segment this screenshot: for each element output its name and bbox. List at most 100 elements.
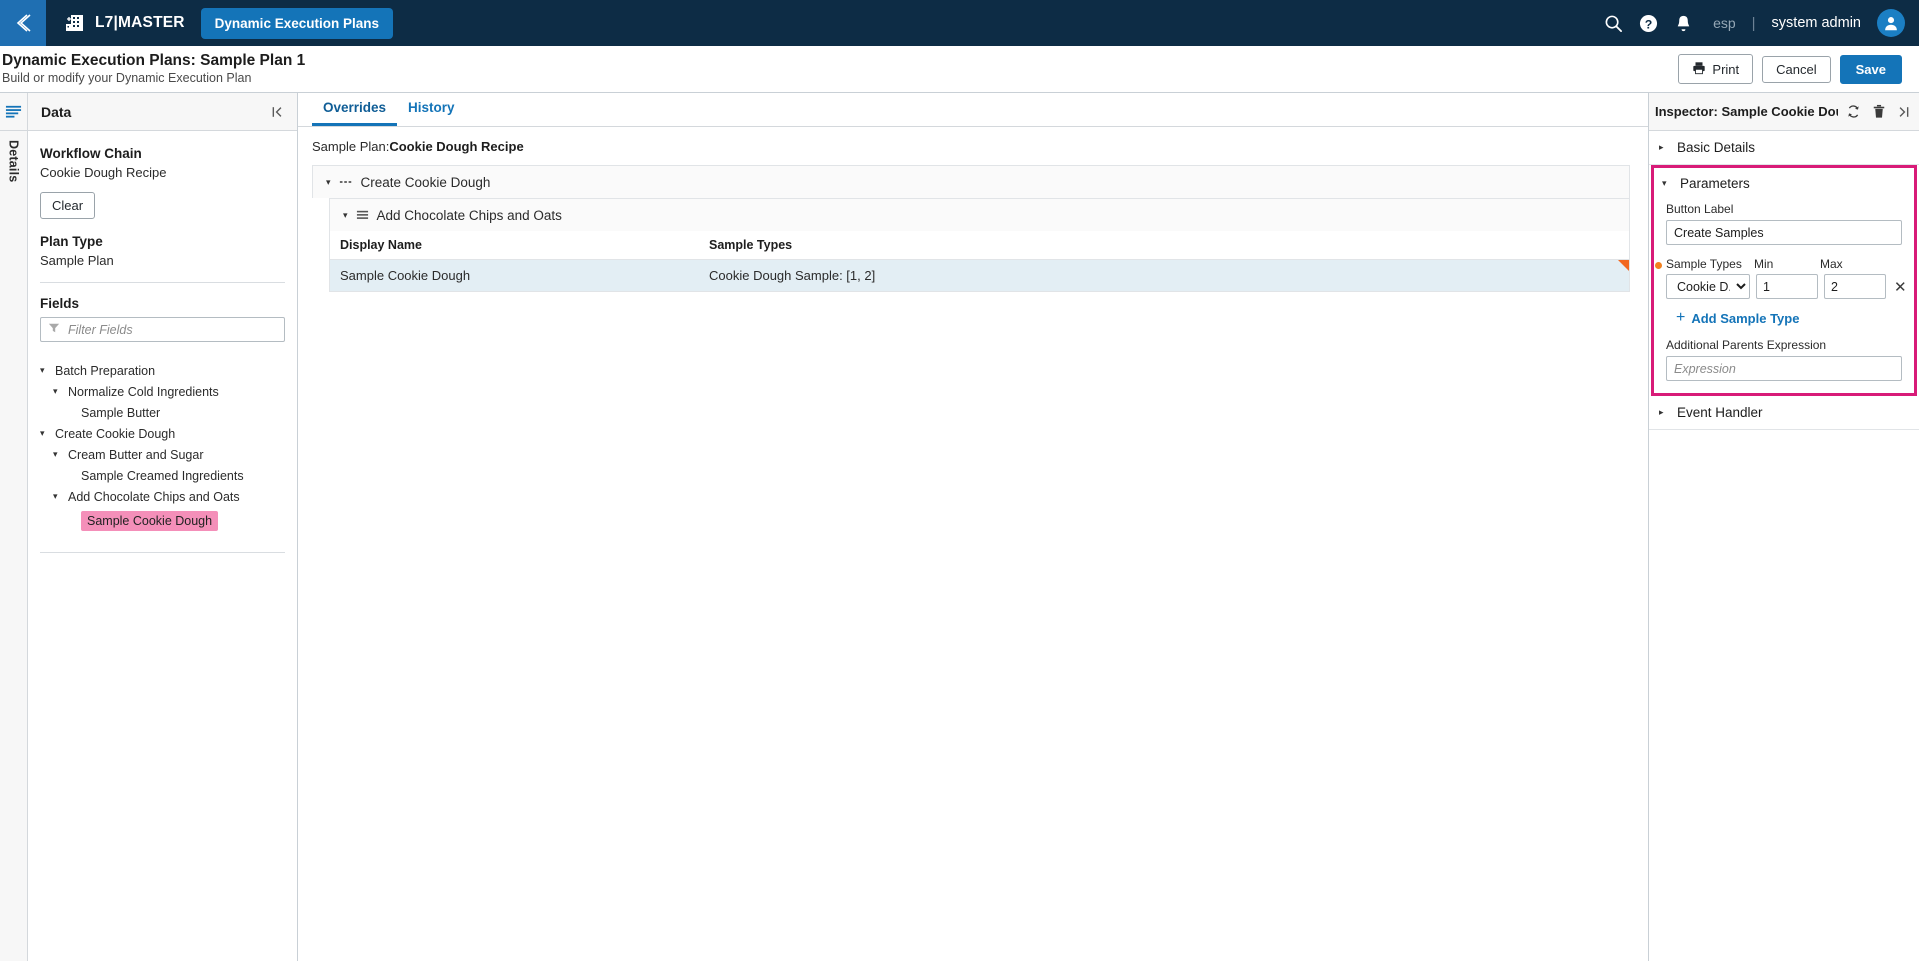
top-navigation-bar: L7|MASTER Dynamic Execution Plans ? esp …	[0, 0, 1919, 46]
required-indicator-dot	[1655, 262, 1662, 269]
plan-type-label: Plan Type	[40, 234, 103, 249]
help-circle-icon[interactable]: ?	[1639, 14, 1658, 33]
fields-tree-item[interactable]: Sample Butter	[40, 402, 285, 423]
sync-refresh-icon[interactable]	[1846, 104, 1861, 119]
chevron-right-icon[interactable]: ▸	[1659, 407, 1668, 418]
page-title: Dynamic Execution Plans: Sample Plan 1	[2, 51, 306, 69]
fields-tree-item-label: Sample Cookie Dough	[81, 510, 219, 531]
left-rail: Details	[0, 93, 28, 961]
fields-tree: ▾ Batch Preparation ▾ Normalize Cold Ingred…	[40, 360, 285, 534]
search-icon[interactable]	[1604, 14, 1623, 33]
additional-parents-expression-label: Additional Parents Expression	[1666, 338, 1827, 352]
button-label-label: Button Label	[1666, 202, 1734, 216]
overrides-grid: Display Name Sample Types Sample Cookie …	[329, 231, 1630, 292]
data-panel-body: Workflow Chain Cookie Dough Recipe Clear…	[28, 131, 297, 553]
chevron-left-icon	[13, 12, 33, 34]
chevron-down-icon[interactable]: ▾	[53, 449, 63, 460]
clear-button[interactable]: Clear	[40, 192, 96, 219]
dots-horizontal-icon	[339, 176, 353, 188]
additional-parents-expression-input[interactable]	[1666, 356, 1902, 381]
plan-node-add-chocolate-chips-and-oats[interactable]: ▾ Add Chocolate Chips and Oats	[329, 198, 1630, 231]
inspector-section-basic-details[interactable]: ▸ Basic Details	[1649, 131, 1919, 165]
inspector-panel: Inspector: Sample Cookie Dough ▸ Basic D…	[1649, 93, 1919, 961]
inspector-title: Inspector: Sample Cookie Dough	[1655, 104, 1838, 119]
page-header-actions: Print Cancel Save	[1678, 54, 1902, 84]
user-avatar-icon[interactable]	[1877, 9, 1905, 37]
sidebar-tab-details[interactable]: Details	[7, 131, 21, 191]
tab-history[interactable]: History	[397, 100, 466, 126]
back-button[interactable]	[0, 0, 46, 46]
page-header: Dynamic Execution Plans: Sample Plan 1 B…	[0, 46, 1919, 93]
fields-tree-item[interactable]: ▾ Batch Preparation	[40, 360, 285, 381]
grid-column-header-sample-types: Sample Types	[709, 238, 793, 252]
plan-node-label: Create Cookie Dough	[360, 174, 491, 190]
chevron-down-icon[interactable]: ▾	[53, 491, 63, 502]
parameters-section-header[interactable]: ▾ Parameters	[1654, 168, 1914, 199]
inspector-section-parameters: ▾ Parameters Button Label Sample Types M…	[1651, 165, 1917, 396]
fields-tree-item[interactable]: ▾ Cream Butter and Sugar	[40, 444, 285, 465]
chevron-down-icon[interactable]: ▾	[1662, 178, 1671, 189]
chevron-right-icon[interactable]: ▸	[1659, 142, 1668, 153]
save-button[interactable]: Save	[1839, 54, 1902, 84]
table-row[interactable]: Sample Cookie Dough Cookie Dough Sample:…	[330, 260, 1629, 291]
brand-name: L7|MASTER	[95, 14, 185, 31]
button-label-input[interactable]	[1666, 220, 1902, 245]
data-panel: Data Workflow Chain Cookie Dough Recipe …	[28, 93, 298, 961]
fields-tree-item[interactable]: Sample Cookie Dough	[40, 507, 285, 534]
filter-fields-input[interactable]	[40, 317, 285, 342]
print-button-label: Print	[1712, 61, 1740, 77]
min-label: Min	[1754, 257, 1774, 271]
fields-tree-item[interactable]: ▾ Create Cookie Dough	[40, 423, 285, 444]
workflow-chain-value: Cookie Dough Recipe	[40, 165, 167, 180]
trash-icon[interactable]	[1872, 104, 1886, 119]
collapse-left-icon[interactable]	[270, 105, 284, 119]
language-selector[interactable]: esp	[1713, 15, 1736, 31]
list-lines-icon	[356, 209, 369, 221]
plus-icon: +	[1676, 309, 1686, 326]
sample-type-row: Cookie D... ✕	[1666, 274, 1907, 299]
add-sample-type-button[interactable]: + Add Sample Type	[1676, 310, 1902, 326]
workflow-chain-label: Workflow Chain	[40, 146, 142, 161]
chevron-down-icon[interactable]: ▾	[326, 177, 331, 188]
close-x-icon[interactable]: ✕	[1892, 278, 1909, 296]
cancel-button[interactable]: Cancel	[1762, 55, 1831, 83]
breadcrumb-prefix: Sample Plan:	[312, 139, 390, 154]
collapse-right-icon[interactable]	[1897, 105, 1911, 119]
inspector-section-event-handler[interactable]: ▸ Event Handler	[1649, 396, 1919, 430]
svg-text:?: ?	[1645, 17, 1653, 31]
brand: L7|MASTER	[64, 12, 185, 34]
printer-icon	[1692, 61, 1706, 77]
max-input[interactable]	[1824, 274, 1886, 299]
chevron-down-icon[interactable]: ▾	[53, 386, 63, 397]
chevron-down-icon[interactable]: ▾	[40, 365, 50, 376]
bell-icon[interactable]	[1674, 14, 1693, 33]
nav-separator: |	[1751, 14, 1756, 32]
cell-sample-types: Cookie Dough Sample: [1, 2]	[709, 268, 876, 283]
fields-tree-item-label: Normalize Cold Ingredients	[68, 384, 219, 399]
tab-overrides[interactable]: Overrides	[312, 100, 398, 126]
print-button[interactable]: Print	[1678, 54, 1754, 84]
sample-type-select[interactable]: Cookie D...	[1666, 274, 1750, 299]
inspector-header: Inspector: Sample Cookie Dough	[1649, 93, 1919, 131]
grid-header-row: Display Name Sample Types	[330, 231, 1629, 260]
plan-node-create-cookie-dough[interactable]: ▾ Create Cookie Dough	[312, 165, 1630, 198]
chevron-down-icon[interactable]: ▾	[40, 428, 50, 439]
center-tabbar: Overrides History	[298, 93, 1648, 127]
page-header-texts: Dynamic Execution Plans: Sample Plan 1 B…	[0, 51, 305, 87]
filter-fields-wrapper	[40, 317, 285, 342]
fields-tree-item[interactable]: Sample Creamed Ingredients	[40, 465, 285, 486]
sample-types-label: Sample Types	[1666, 257, 1742, 271]
parameters-label: Parameters	[1680, 176, 1750, 191]
fields-tree-item[interactable]: ▾ Normalize Cold Ingredients	[40, 381, 285, 402]
min-input[interactable]	[1756, 274, 1818, 299]
fields-tree-item[interactable]: ▾ Add Chocolate Chips and Oats	[40, 486, 285, 507]
event-handler-label: Event Handler	[1677, 405, 1763, 420]
add-sample-type-label: Add Sample Type	[1691, 310, 1800, 326]
user-name[interactable]: system admin	[1772, 15, 1861, 31]
chevron-down-icon[interactable]: ▾	[343, 210, 348, 221]
plan-type-value: Sample Plan	[40, 253, 114, 268]
basic-details-label: Basic Details	[1677, 140, 1756, 155]
hamburger-menu-icon[interactable]	[0, 93, 27, 131]
top-nav-right-actions: ? esp | system admin	[1604, 9, 1919, 37]
nav-tab-dynamic-execution-plans[interactable]: Dynamic Execution Plans	[200, 7, 393, 39]
